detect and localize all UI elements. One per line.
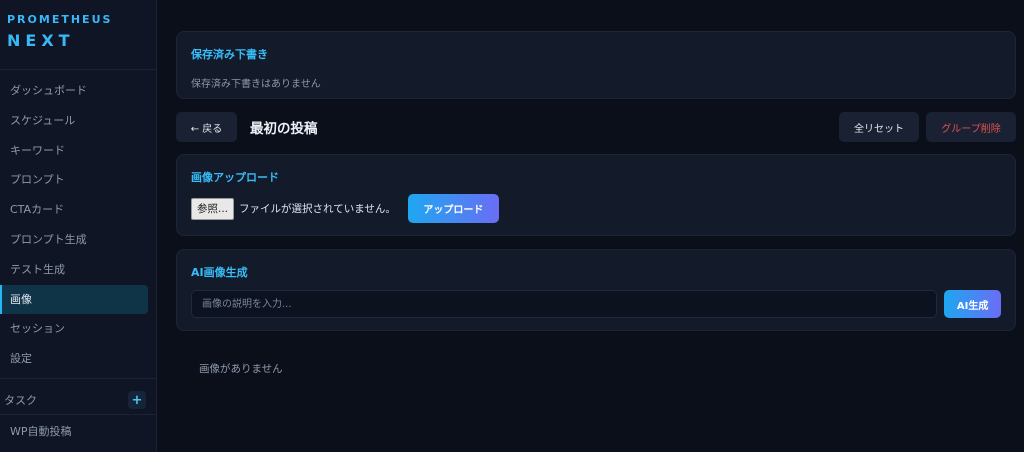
task-section-label: タスク (4, 394, 37, 407)
file-status-text: ファイルが選択されていません。 (239, 203, 396, 215)
browse-file-button[interactable]: 参照... (191, 197, 235, 220)
sidebar-item-settings[interactable]: 設定 (0, 344, 148, 374)
page-header: ← 戻る 最初の投稿 全リセット グループ削除 (176, 112, 1016, 142)
sidebar-item-wp-auto-post[interactable]: WP自動投稿 (10, 423, 72, 439)
sidebar-item-schedule[interactable]: スケジュール (0, 106, 148, 136)
image-upload-title: 画像アップロード (191, 171, 279, 184)
sidebar-item-sessions[interactable]: セッション (0, 314, 148, 344)
sidebar-item-dashboard[interactable]: ダッシュボード (0, 76, 148, 106)
sidebar-nav: ダッシュボード スケジュール キーワード プロンプト CTAカード プロンプト生… (0, 0, 156, 374)
saved-drafts-title: 保存済み下書き (191, 48, 268, 61)
sidebar-item-prompts[interactable]: プロンプト (0, 165, 148, 195)
sidebar-divider (0, 378, 156, 379)
task-section-header: タスク + (0, 389, 156, 411)
gallery-empty-text: 画像がありません (199, 363, 283, 375)
main-content: 保存済み下書き 保存済み下書きはありません ← 戻る 最初の投稿 全リセット グ… (157, 0, 1024, 452)
saved-drafts-card: 保存済み下書き 保存済み下書きはありません (176, 31, 1016, 99)
image-description-input[interactable] (191, 290, 938, 318)
ai-image-generation-title: AI画像生成 (191, 266, 248, 279)
sidebar-item-keywords[interactable]: キーワード (0, 136, 148, 166)
add-task-button[interactable]: + (128, 391, 146, 409)
sidebar-item-prompt-generation[interactable]: プロンプト生成 (0, 225, 148, 255)
sidebar-item-cta-card[interactable]: CTAカード (0, 195, 148, 225)
file-input-row: 参照... ファイルが選択されていません。 アップロード (191, 194, 1001, 223)
ai-generate-button[interactable]: AI生成 (944, 290, 1001, 318)
back-button[interactable]: ← 戻る (176, 112, 237, 142)
delete-group-button[interactable]: グループ削除 (926, 112, 1016, 142)
image-upload-card: 画像アップロード 参照... ファイルが選択されていません。 アップロード (176, 154, 1016, 236)
sidebar: PROMETHEUS NEXT ダッシュボード スケジュール キーワード プロン… (0, 0, 157, 452)
sidebar-item-test-generation[interactable]: テスト生成 (0, 255, 148, 285)
upload-button[interactable]: アップロード (407, 194, 499, 223)
sidebar-divider (0, 414, 156, 415)
page-title: 最初の投稿 (250, 121, 318, 137)
ai-image-generation-card: AI画像生成 AI生成 (176, 249, 1016, 331)
ai-prompt-row: AI生成 (191, 290, 1001, 318)
sidebar-item-images[interactable]: 画像 (0, 284, 148, 315)
saved-drafts-empty-text: 保存済み下書きはありません (191, 79, 321, 90)
reset-all-button[interactable]: 全リセット (839, 112, 919, 142)
